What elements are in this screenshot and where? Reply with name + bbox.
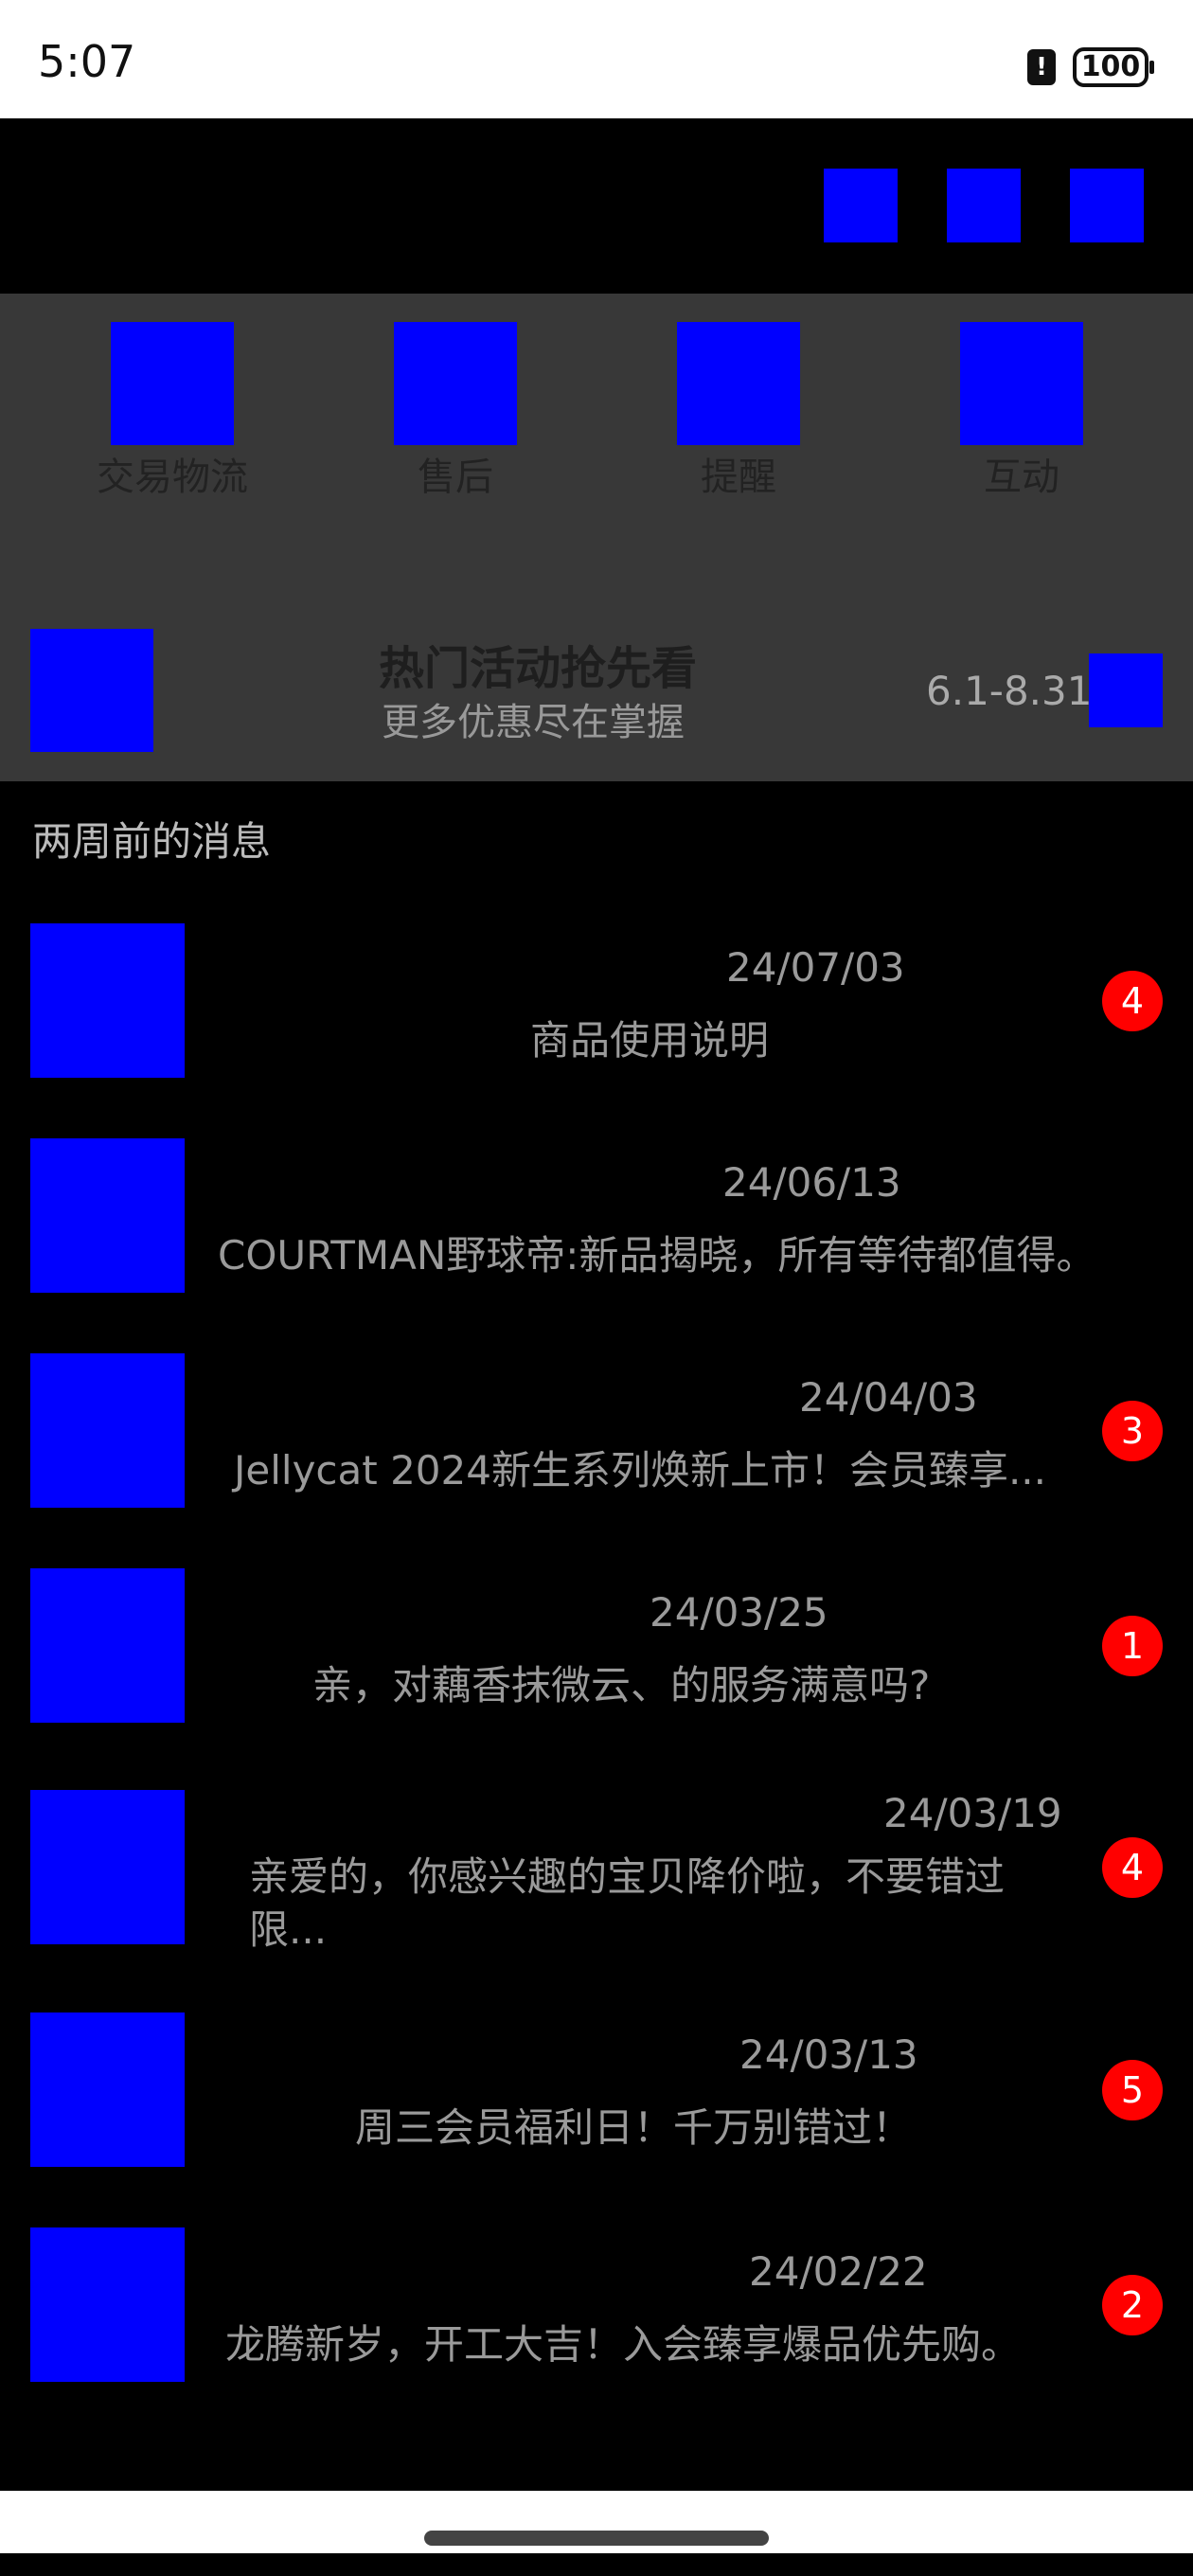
- status-time: 5:07: [38, 36, 136, 87]
- interaction-icon: [960, 322, 1083, 445]
- message-avatar: [30, 923, 185, 1078]
- message-row[interactable]: 24/03/25 亲，对藕香抹微云、的服务满意吗? 1: [0, 1568, 1193, 1758]
- category-reminder[interactable]: 提醒: [634, 322, 843, 502]
- category-interaction[interactable]: 互动: [917, 322, 1126, 502]
- unread-badge: 4: [1102, 1837, 1163, 1898]
- header: [0, 118, 1193, 294]
- message-row[interactable]: 24/07/03 商品使用说明 4: [0, 923, 1193, 1113]
- reminder-icon: [677, 322, 800, 445]
- message-avatar: [30, 1353, 185, 1508]
- after-sales-icon: [394, 322, 517, 445]
- category-after-sales[interactable]: 售后: [351, 322, 560, 502]
- message-text: Jellycat 2024新生系列焕新上市！会员臻享...: [234, 1447, 1047, 1494]
- category-label: 互动: [984, 456, 1059, 499]
- message-text: COURTMAN野球帝:新品揭晓，所有等待都值得。: [218, 1232, 1096, 1279]
- unread-badge: 3: [1102, 1401, 1163, 1461]
- header-icon-1[interactable]: [824, 169, 898, 242]
- category-logistics[interactable]: 交易物流: [68, 322, 276, 502]
- message-date: 24/04/03: [799, 1374, 978, 1421]
- promo-date-range: 6.1-8.31: [926, 668, 1093, 714]
- header-icon-3[interactable]: [1070, 169, 1144, 242]
- category-panel: 交易物流 售后 提醒 互动 热门活动抢先看 更多优惠尽在掌握 6.1-8.31: [0, 294, 1193, 781]
- section-title: 两周前的消息: [32, 818, 272, 865]
- unread-badge: 2: [1102, 2275, 1163, 2335]
- page: 5:07 ! 100 交易物流 售后 提醒 互动 热门活动抢先看 更多优惠尽在掌…: [0, 0, 1193, 2576]
- category-label: 提醒: [701, 456, 776, 499]
- alert-icon: !: [1027, 49, 1056, 85]
- message-avatar: [30, 2012, 185, 2167]
- promo-arrow-icon[interactable]: [1089, 653, 1163, 727]
- promo-subtitle: 更多优惠尽在掌握: [382, 701, 685, 744]
- message-text: 亲爱的，你感兴趣的宝贝降价啦，不要错过限...: [249, 1853, 1006, 1953]
- message-row[interactable]: 24/03/19 亲爱的，你感兴趣的宝贝降价啦，不要错过限... 4: [0, 1790, 1193, 1979]
- message-avatar: [30, 2227, 185, 2382]
- message-row[interactable]: 24/06/13 COURTMAN野球帝:新品揭晓，所有等待都值得。: [0, 1138, 1193, 1328]
- battery-icon: 100: [1073, 47, 1154, 87]
- message-avatar: [30, 1138, 185, 1293]
- home-indicator[interactable]: [424, 2531, 769, 2546]
- promo-title[interactable]: 热门活动抢先看: [379, 631, 697, 697]
- message-text: 周三会员福利日！千万别错过！: [355, 2104, 913, 2151]
- message-avatar: [30, 1790, 185, 1944]
- message-row[interactable]: 24/04/03 Jellycat 2024新生系列焕新上市！会员臻享... 3: [0, 1353, 1193, 1543]
- message-date: 24/07/03: [726, 944, 905, 991]
- category-label: 交易物流: [97, 456, 248, 499]
- message-row[interactable]: 24/03/13 周三会员福利日！千万别错过！ 5: [0, 2012, 1193, 2202]
- message-date: 24/06/13: [722, 1159, 901, 1206]
- promo-image[interactable]: [30, 629, 153, 752]
- message-date: 24/03/19: [883, 1790, 1062, 1836]
- message-text: 商品使用说明: [530, 1017, 770, 1064]
- message-text: 亲，对藕香抹微云、的服务满意吗?: [312, 1662, 931, 1708]
- category-label: 售后: [418, 456, 493, 499]
- message-date: 24/02/22: [749, 2248, 928, 2295]
- status-bar: 5:07 ! 100: [0, 0, 1193, 118]
- message-date: 24/03/13: [739, 2031, 918, 2078]
- header-icon-2[interactable]: [947, 169, 1021, 242]
- message-row[interactable]: 24/02/22 龙腾新岁，开工大吉！入会臻享爆品优先购。 2: [0, 2227, 1193, 2417]
- message-text: 龙腾新岁，开工大吉！入会臻享爆品优先购。: [225, 2321, 1022, 2368]
- unread-badge: 4: [1102, 971, 1163, 1031]
- unread-badge: 1: [1102, 1616, 1163, 1676]
- logistics-icon: [111, 322, 234, 445]
- message-date: 24/03/25: [650, 1589, 828, 1636]
- message-avatar: [30, 1568, 185, 1723]
- unread-badge: 5: [1102, 2060, 1163, 2120]
